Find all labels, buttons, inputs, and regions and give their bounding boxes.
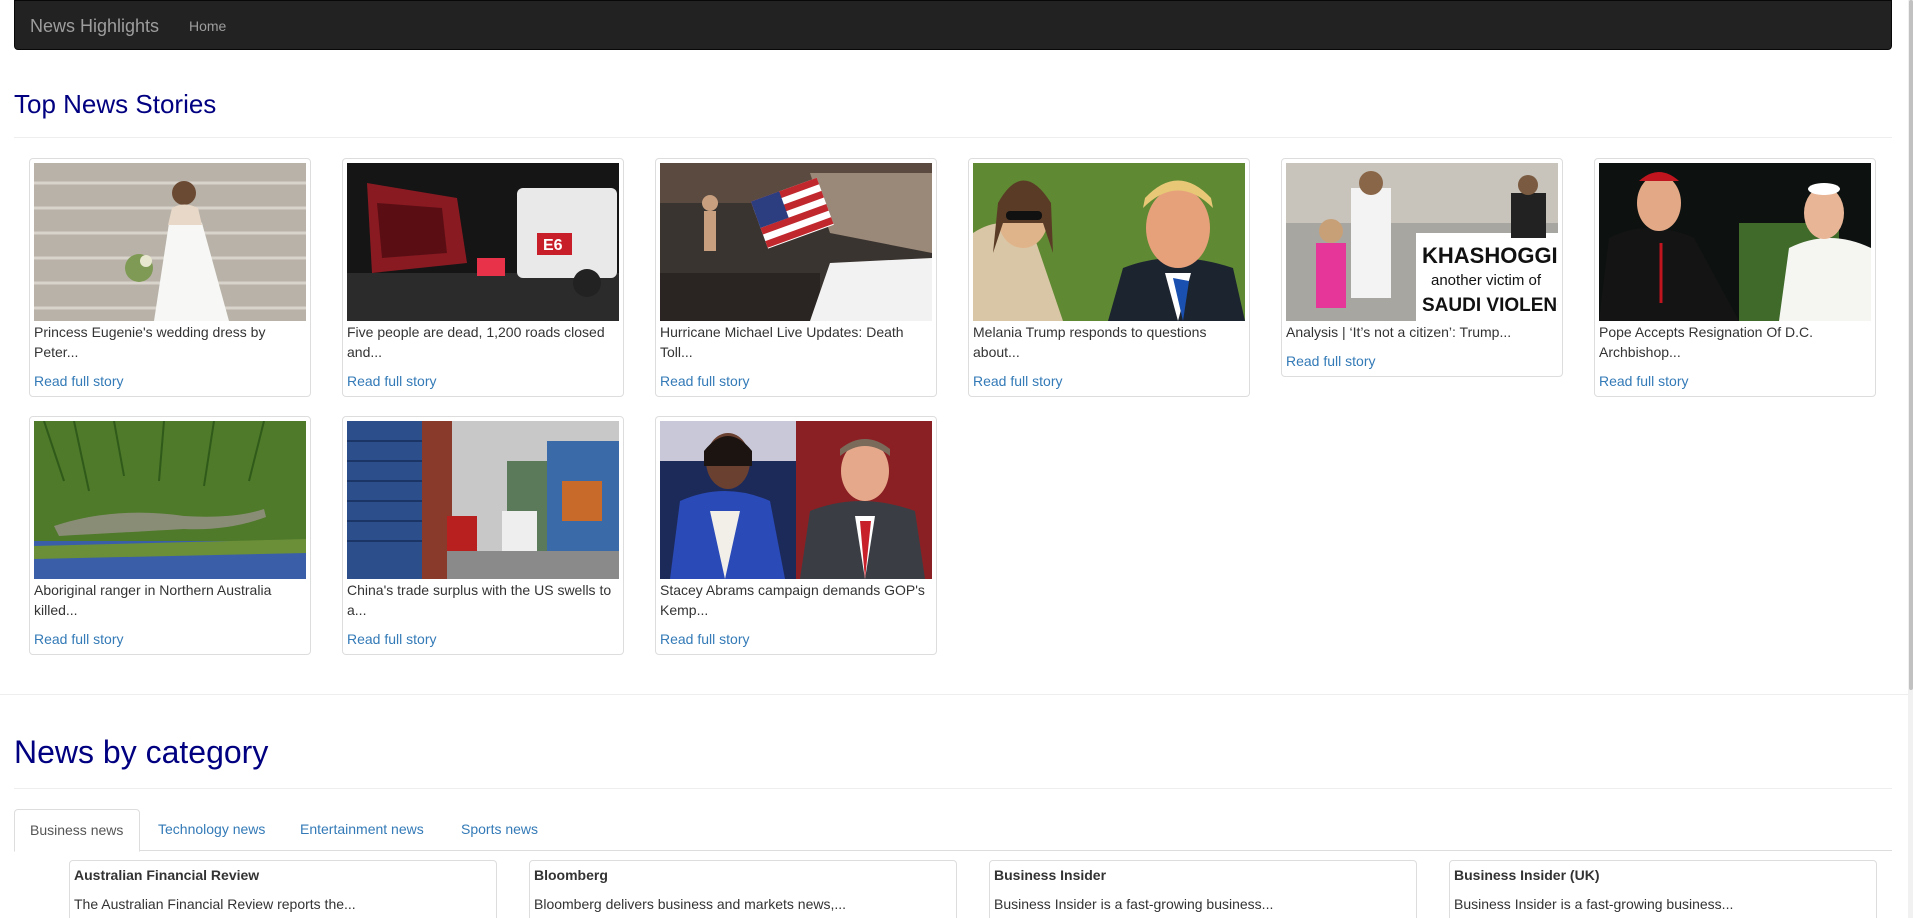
story-image-crocodile[interactable] [34, 421, 306, 579]
story-title: Princess Eugenie's wedding dress by Pete… [34, 324, 266, 360]
category-heading: News by category [14, 734, 269, 770]
read-full-story-link[interactable]: Read full story [1599, 371, 1871, 391]
source-card[interactable]: Business Insider (UK) Business Insider i… [1449, 860, 1877, 918]
story-card: Pope Accepts Resignation Of D.C. Archbis… [1594, 158, 1876, 397]
story-title: Analysis | ‘It’s not a citizen’: Trump..… [1286, 324, 1512, 340]
sign-line-1: KHASHOGGI: [1422, 243, 1558, 268]
source-description: Bloomberg delivers business and markets … [534, 896, 847, 912]
story-card: Aboriginal ranger in Northern Australia … [29, 416, 311, 655]
story-image-melania-trump[interactable] [973, 163, 1245, 321]
read-full-story-link[interactable]: Read full story [660, 629, 932, 649]
page-scrollbar[interactable] [1908, 0, 1913, 918]
top-stories-heading: Top News Stories [14, 89, 217, 119]
story-card: E6 Five people are dead, 1,200 roads clo… [342, 158, 624, 397]
story-image-containers[interactable] [347, 421, 619, 579]
read-full-story-link[interactable]: Read full story [660, 371, 932, 391]
story-card: Hurricane Michael Live Updates: Death To… [655, 158, 937, 397]
story-image-wedding[interactable] [34, 163, 306, 321]
story-card: Melania Trump responds to questions abou… [968, 158, 1250, 397]
read-full-story-link[interactable]: Read full story [347, 371, 619, 391]
story-image-hurricane[interactable] [660, 163, 932, 321]
story-image-abrams-kemp[interactable] [660, 421, 932, 579]
section-divider [0, 694, 1913, 695]
tab-sports-news[interactable]: Sports news [446, 809, 553, 851]
story-title: Melania Trump responds to questions abou… [973, 324, 1207, 360]
story-image-pope[interactable] [1599, 163, 1871, 321]
page: News Highlights Home Top News Stories Pr… [0, 0, 1913, 918]
story-card: KHASHOGGI: another victim of SAUDI VIOLE… [1281, 158, 1563, 377]
story-title: China's trade surplus with the US swells… [347, 582, 612, 618]
story-image-khashoggi-protest[interactable]: KHASHOGGI: another victim of SAUDI VIOLE… [1286, 163, 1558, 321]
category-tabs: Business news Technology news Entertainm… [14, 809, 1892, 852]
source-name: Australian Financial Review [74, 867, 260, 883]
brand-link[interactable]: News Highlights [30, 16, 159, 36]
truck-label: E6 [543, 237, 563, 254]
story-card: China's trade surplus with the US swells… [342, 416, 624, 655]
story-title: Five people are dead, 1,200 roads closed… [347, 324, 605, 360]
tab-technology-news[interactable]: Technology news [143, 809, 280, 851]
divider [14, 788, 1892, 789]
tab-business-news[interactable]: Business news [14, 809, 140, 852]
read-full-story-link[interactable]: Read full story [1286, 351, 1558, 371]
source-name: Business Insider [994, 867, 1107, 883]
divider [14, 137, 1892, 138]
sign-line-3: SAUDI VIOLENCE [1422, 295, 1558, 316]
read-full-story-link[interactable]: Read full story [347, 629, 619, 649]
nav-home-link[interactable]: Home [189, 17, 226, 35]
source-card[interactable]: Australian Financial Review The Australi… [69, 860, 497, 918]
tab-entertainment-news[interactable]: Entertainment news [285, 809, 439, 851]
story-title: Pope Accepts Resignation Of D.C. Archbis… [1599, 324, 1813, 360]
source-name: Business Insider (UK) [1454, 867, 1600, 883]
story-title: Aboriginal ranger in Northern Australia … [34, 582, 272, 618]
source-description: The Australian Financial Review reports … [74, 896, 356, 912]
read-full-story-link[interactable]: Read full story [34, 371, 306, 391]
story-title: Hurricane Michael Live Updates: Death To… [660, 324, 904, 360]
sign-line-2: another victim of [1431, 272, 1542, 289]
story-title: Stacey Abrams campaign demands GOP's Kem… [660, 582, 925, 618]
source-card[interactable]: Bloomberg Bloomberg delivers business an… [529, 860, 957, 918]
navbar: News Highlights Home [14, 0, 1892, 50]
scrollbar-thumb[interactable] [1909, 0, 1913, 690]
read-full-story-link[interactable]: Read full story [973, 371, 1245, 391]
source-description: Business Insider is a fast-growing busin… [994, 896, 1274, 912]
story-card: Princess Eugenie's wedding dress by Pete… [29, 158, 311, 397]
source-description: Business Insider is a fast-growing busin… [1454, 896, 1734, 912]
read-full-story-link[interactable]: Read full story [34, 629, 306, 649]
story-image-crash[interactable]: E6 [347, 163, 619, 321]
story-card: Stacey Abrams campaign demands GOP's Kem… [655, 416, 937, 655]
source-card[interactable]: Business Insider Business Insider is a f… [989, 860, 1417, 918]
source-name: Bloomberg [534, 867, 608, 883]
